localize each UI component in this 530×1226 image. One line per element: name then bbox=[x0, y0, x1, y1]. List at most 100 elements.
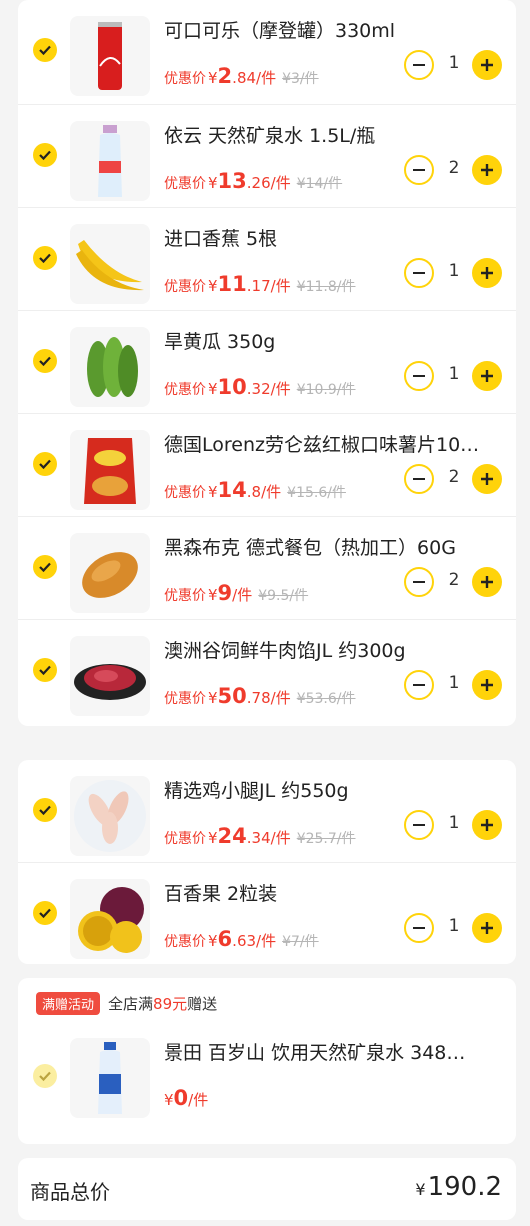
currency: ¥ bbox=[208, 69, 218, 87]
currency: ¥ bbox=[208, 932, 218, 950]
cart-item: 澳洲谷饲鲜牛肉馅JL 约300g 优惠价 ¥ 50 .78 /件 ¥53.6/件… bbox=[18, 620, 516, 722]
original-price: ¥53.6/件 bbox=[296, 691, 356, 707]
product-image-passionfruit[interactable] bbox=[70, 879, 150, 959]
product-image-gift-water[interactable] bbox=[70, 1038, 150, 1118]
price-unit: /件 bbox=[261, 483, 282, 501]
currency: ¥ bbox=[208, 380, 218, 398]
quantity-stepper: 2 bbox=[404, 155, 502, 185]
plus-button[interactable] bbox=[472, 464, 502, 494]
cart-item: 进口香蕉 5根 优惠价 ¥ 11 .17 /件 ¥11.8/件 1 bbox=[18, 208, 516, 311]
price: 优惠价 ¥ 6 .63 /件 ¥7/件 bbox=[164, 927, 319, 951]
price-label: 优惠价 bbox=[164, 485, 206, 501]
check-icon[interactable] bbox=[33, 901, 57, 925]
minus-button[interactable] bbox=[404, 567, 434, 597]
product-image-bread[interactable] bbox=[70, 533, 150, 613]
minus-button[interactable] bbox=[404, 464, 434, 494]
price-unit: /件 bbox=[232, 586, 253, 604]
product-image-water[interactable] bbox=[70, 121, 150, 201]
product-name: 可口可乐（摩登罐）330ml bbox=[164, 20, 396, 42]
minus-button[interactable] bbox=[404, 670, 434, 700]
quantity-stepper: 1 bbox=[404, 258, 502, 288]
price-label: 优惠价 bbox=[164, 382, 206, 398]
cart-item: 德国Lorenz劳仑兹红椒口味薯片10… 优惠价 ¥ 14 .8 /件 ¥15.… bbox=[18, 414, 516, 517]
quantity-stepper: 2 bbox=[404, 567, 502, 597]
product-image-banana[interactable] bbox=[70, 224, 150, 304]
minus-button[interactable] bbox=[404, 913, 434, 943]
price: 优惠价 ¥ 11 .17 /件 ¥11.8/件 bbox=[164, 272, 356, 296]
price-decimal: .78 bbox=[246, 689, 271, 707]
quantity-value: 2 bbox=[448, 467, 460, 487]
check-icon[interactable] bbox=[33, 246, 57, 270]
price-integer: 50 bbox=[217, 684, 247, 708]
check-icon[interactable] bbox=[33, 555, 57, 579]
price-decimal: .17 bbox=[246, 277, 271, 295]
check-icon bbox=[33, 1064, 57, 1088]
product-image-chips[interactable] bbox=[70, 430, 150, 510]
price-label: 优惠价 bbox=[164, 279, 206, 295]
minus-button[interactable] bbox=[404, 258, 434, 288]
promotion-text-before: 全店满 bbox=[108, 995, 154, 1013]
plus-button[interactable] bbox=[472, 567, 502, 597]
check-icon[interactable] bbox=[33, 452, 57, 476]
minus-button[interactable] bbox=[404, 361, 434, 391]
quantity-value: 1 bbox=[448, 916, 460, 936]
quantity-value: 1 bbox=[448, 53, 460, 73]
quantity-stepper: 1 bbox=[404, 361, 502, 391]
original-price: ¥14/件 bbox=[296, 176, 343, 192]
quantity-value: 1 bbox=[448, 813, 460, 833]
price: 优惠价 ¥ 14 .8 /件 ¥15.6/件 bbox=[164, 478, 346, 502]
product-name: 德国Lorenz劳仑兹红椒口味薯片10… bbox=[164, 434, 480, 456]
product-name: 依云 天然矿泉水 1.5L/瓶 bbox=[164, 125, 376, 147]
plus-button[interactable] bbox=[472, 810, 502, 840]
check-icon[interactable] bbox=[33, 658, 57, 682]
gift-item: 景田 百岁山 饮用天然矿泉水 348… ¥ 0 /件 bbox=[18, 1022, 516, 1132]
plus-button[interactable] bbox=[472, 361, 502, 391]
currency: ¥ bbox=[208, 586, 218, 604]
plus-button[interactable] bbox=[472, 913, 502, 943]
price-label: 优惠价 bbox=[164, 691, 206, 707]
price: 优惠价 ¥ 2 .84 /件 ¥3/件 bbox=[164, 64, 319, 88]
product-image-cucumber[interactable] bbox=[70, 327, 150, 407]
price-unit: /件 bbox=[270, 174, 291, 192]
plus-button[interactable] bbox=[472, 670, 502, 700]
original-price: ¥7/件 bbox=[282, 934, 319, 950]
price-integer: 11 bbox=[217, 272, 247, 296]
promotion-tag: 满赠活动 bbox=[36, 992, 101, 1015]
price-integer: 14 bbox=[217, 478, 247, 502]
original-price: ¥15.6/件 bbox=[287, 485, 346, 501]
total-card: 商品总价 ¥190.2 bbox=[18, 1158, 516, 1220]
original-price: ¥11.8/件 bbox=[296, 279, 356, 295]
plus-button[interactable] bbox=[472, 155, 502, 185]
plus-button[interactable] bbox=[472, 50, 502, 80]
cart-item: 百香果 2粒装 优惠价 ¥ 6 .63 /件 ¥7/件 1 bbox=[18, 863, 516, 964]
price-label: 优惠价 bbox=[164, 934, 206, 950]
original-price: ¥3/件 bbox=[282, 71, 319, 87]
original-price: ¥9.5/件 bbox=[258, 588, 309, 604]
cart-item: 精选鸡小腿JL 约550g 优惠价 ¥ 24 .34 /件 ¥25.7/件 1 bbox=[18, 760, 516, 863]
check-icon[interactable] bbox=[33, 798, 57, 822]
price-decimal: .32 bbox=[246, 380, 271, 398]
product-name: 百香果 2粒装 bbox=[164, 883, 278, 905]
price-decimal: .34 bbox=[246, 829, 271, 847]
price-unit: /件 bbox=[270, 689, 291, 707]
promotion-text-after: 赠送 bbox=[187, 995, 218, 1013]
price: 优惠价 ¥ 50 .78 /件 ¥53.6/件 bbox=[164, 684, 356, 708]
quantity-value: 2 bbox=[448, 570, 460, 590]
product-image-chicken[interactable] bbox=[70, 776, 150, 856]
price-unit: /件 bbox=[270, 380, 291, 398]
minus-button[interactable] bbox=[404, 155, 434, 185]
check-icon[interactable] bbox=[33, 349, 57, 373]
plus-button[interactable] bbox=[472, 258, 502, 288]
price: 优惠价 ¥ 9 /件 ¥9.5/件 bbox=[164, 581, 308, 605]
product-image-cola[interactable] bbox=[70, 16, 150, 96]
minus-button[interactable] bbox=[404, 50, 434, 80]
cart-item: 依云 天然矿泉水 1.5L/瓶 优惠价 ¥ 13 .26 /件 ¥14/件 2 bbox=[18, 105, 516, 208]
product-name: 精选鸡小腿JL 约550g bbox=[164, 780, 349, 802]
check-icon[interactable] bbox=[33, 38, 57, 62]
minus-button[interactable] bbox=[404, 810, 434, 840]
product-image-beef[interactable] bbox=[70, 636, 150, 716]
check-icon[interactable] bbox=[33, 143, 57, 167]
promotion-header: 满赠活动 全店满 89元 赠送 bbox=[36, 992, 217, 1015]
promotion-card: 满赠活动 全店满 89元 赠送 景田 百岁山 饮用天然矿泉水 348… ¥ 0 … bbox=[18, 978, 516, 1144]
original-price: ¥10.9/件 bbox=[296, 382, 356, 398]
